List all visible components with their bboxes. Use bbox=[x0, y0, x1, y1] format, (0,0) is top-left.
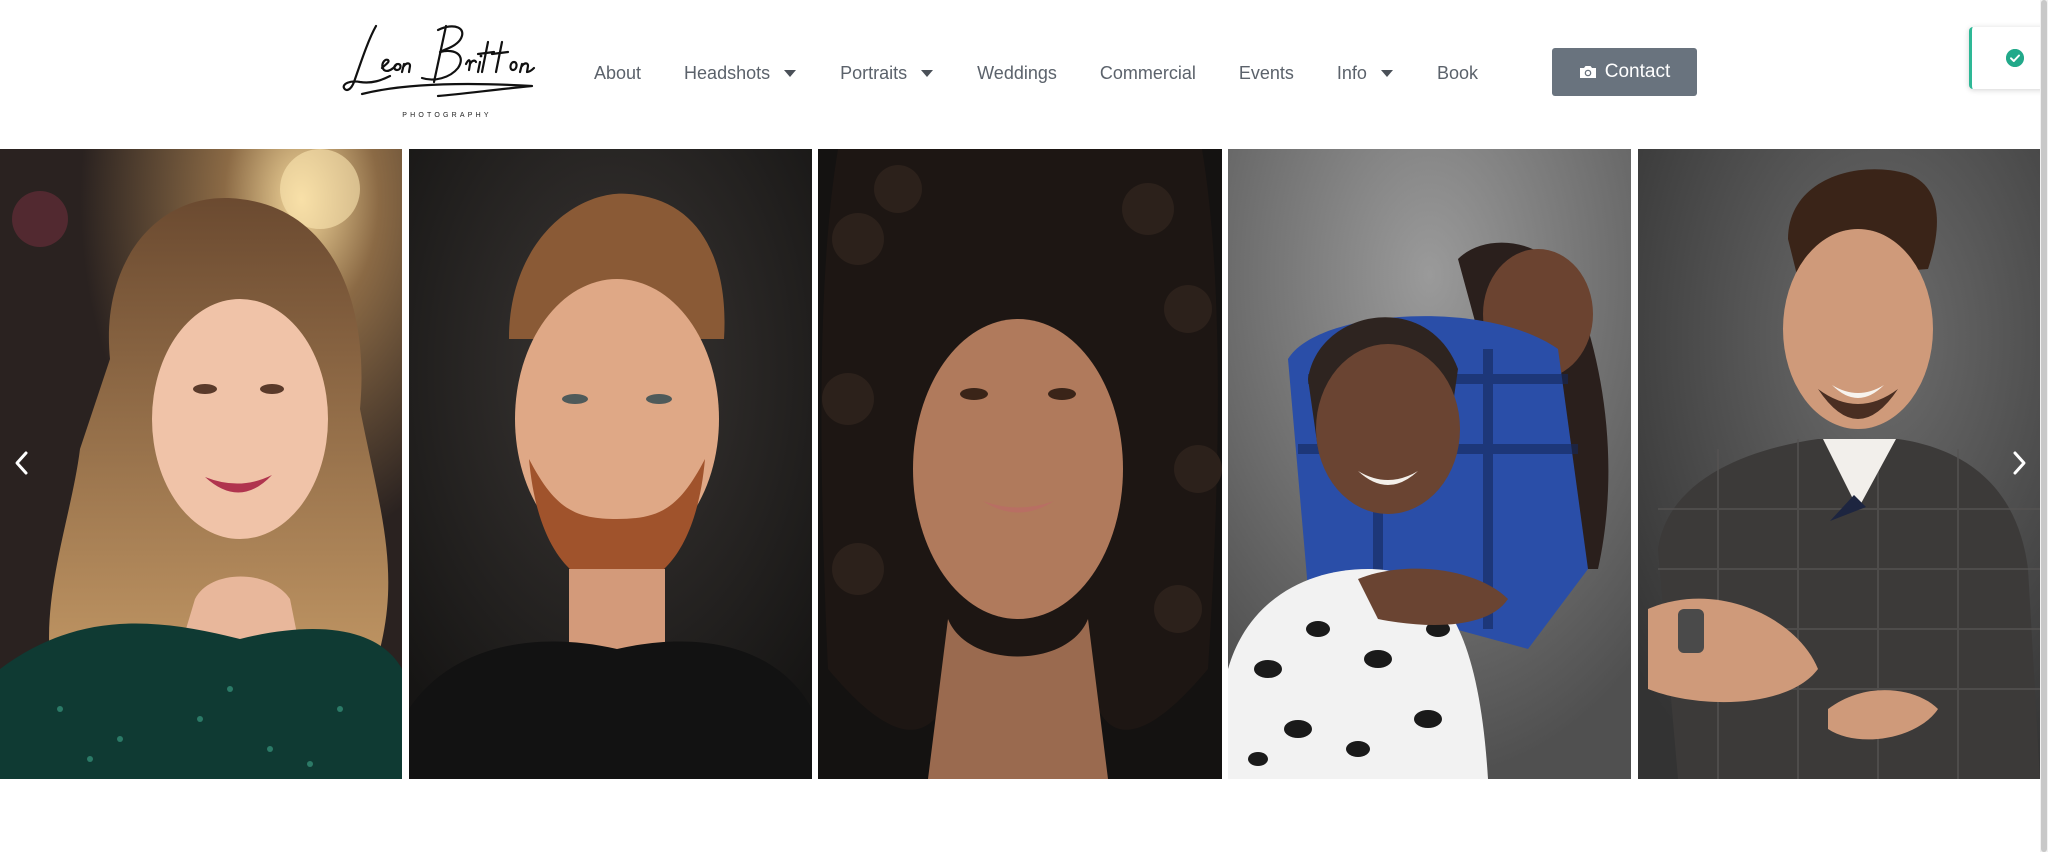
scrollbar-thumb[interactable] bbox=[2041, 0, 2047, 852]
contact-label: Contact bbox=[1604, 61, 1671, 82]
nav-item-weddings[interactable]: Weddings bbox=[977, 63, 1057, 84]
nav-item-portraits[interactable]: Portraits bbox=[840, 62, 934, 84]
notification-toast[interactable] bbox=[1969, 27, 2048, 89]
nav-item-about[interactable]: About bbox=[594, 63, 641, 84]
logo-signature bbox=[342, 24, 536, 98]
caret-down-icon bbox=[921, 69, 934, 77]
nav-label: Book bbox=[1436, 62, 1478, 83]
chevron-left-icon bbox=[15, 451, 28, 475]
carousel-prev-button[interactable] bbox=[11, 449, 33, 477]
logo-tagline: PHOTOGRAPHY bbox=[402, 112, 492, 119]
mother-daughter-portrait bbox=[1228, 149, 1631, 779]
gallery-photo-1[interactable] bbox=[0, 149, 402, 779]
caret-down-icon bbox=[1380, 69, 1393, 77]
nav-item-events[interactable]: Events bbox=[1239, 63, 1294, 84]
nav-label: Portraits bbox=[840, 62, 908, 83]
gallery-photo-4[interactable] bbox=[1228, 149, 1631, 779]
nav-item-headshots[interactable]: Headshots bbox=[684, 62, 797, 84]
portrait-carousel bbox=[0, 149, 2048, 779]
man-tweed-suit-portrait bbox=[1638, 149, 2040, 779]
gallery-photo-2[interactable] bbox=[409, 149, 812, 779]
check-circle-icon bbox=[2006, 49, 2024, 67]
gallery-photo-5[interactable] bbox=[1638, 149, 2040, 779]
contact-button[interactable]: Contact bbox=[1552, 48, 1697, 96]
nav-label: About bbox=[594, 62, 642, 83]
nav-item-book[interactable]: Book bbox=[1437, 63, 1478, 84]
page-scrollbar[interactable] bbox=[2040, 0, 2048, 852]
woman-curly-hair-headshot bbox=[818, 149, 1222, 779]
nav-label: Headshots bbox=[684, 62, 771, 83]
main-nav: About Headshots Portraits Weddings Comme… bbox=[594, 58, 1478, 88]
caret-down-icon bbox=[784, 69, 797, 77]
chevron-right-icon bbox=[2013, 451, 2026, 475]
nav-label: Weddings bbox=[977, 62, 1057, 83]
carousel-next-button[interactable] bbox=[2008, 449, 2030, 477]
camera-icon bbox=[1579, 66, 1596, 78]
site-header: PHOTOGRAPHY About Headshots Portraits We… bbox=[0, 0, 2048, 148]
nav-label: Commercial bbox=[1099, 62, 1196, 83]
nav-label: Info bbox=[1336, 62, 1367, 83]
man-red-beard-headshot bbox=[409, 149, 812, 779]
nav-item-commercial[interactable]: Commercial bbox=[1100, 63, 1196, 84]
woman-green-sequin-portrait bbox=[0, 149, 402, 779]
gallery-photo-3[interactable] bbox=[818, 149, 1222, 779]
nav-label: Events bbox=[1238, 62, 1294, 83]
nav-item-info[interactable]: Info bbox=[1337, 63, 1393, 84]
site-logo[interactable]: PHOTOGRAPHY bbox=[342, 20, 552, 122]
